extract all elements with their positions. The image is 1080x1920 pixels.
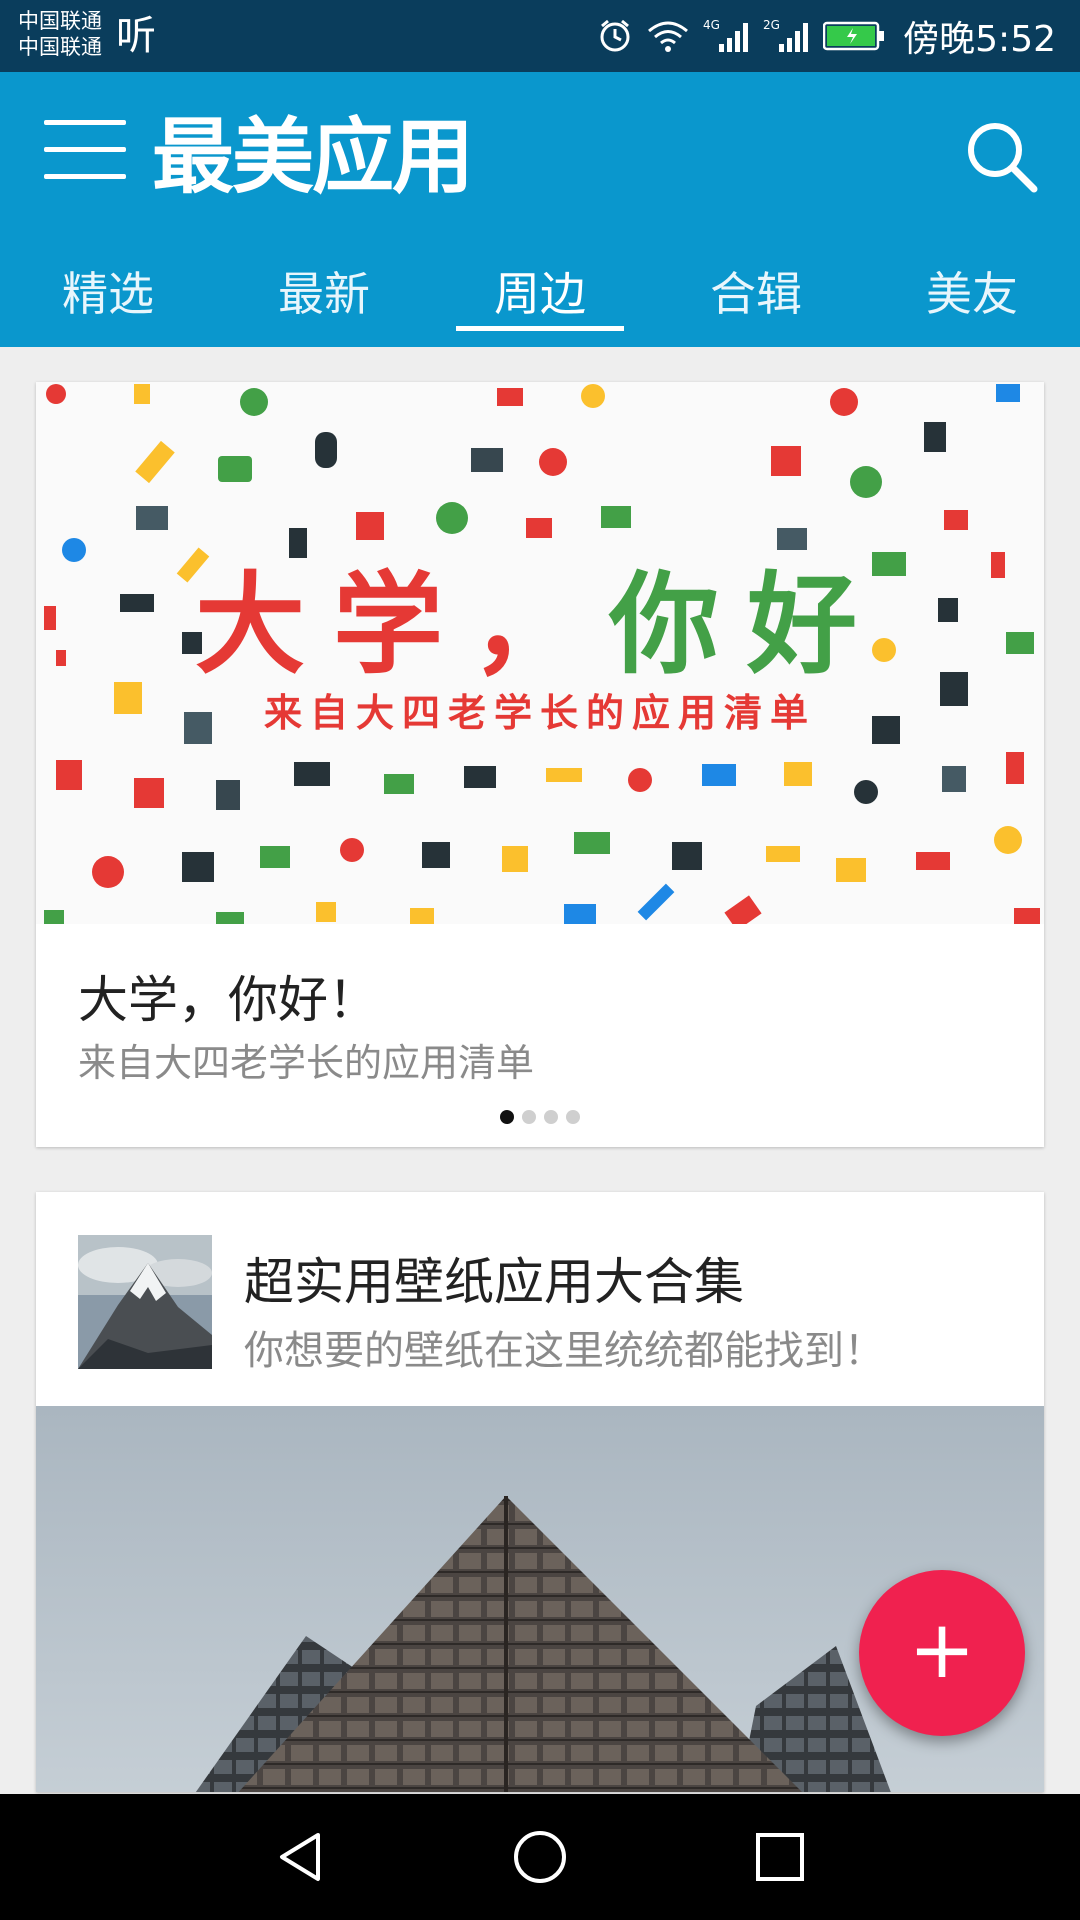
carrier-1: 中国联通 [18,9,102,33]
pager-dot[interactable] [566,1110,580,1124]
collection-title: 超实用壁纸应用大合集 [244,1253,744,1311]
battery-icon [823,21,885,51]
collection-subtitle: 你想要的壁纸在这里统统都能找到！ [244,1328,884,1374]
navigation-bar [0,1794,1080,1920]
tab-collections[interactable]: 合辑 [648,244,864,347]
app-bar: 最美应用 精选 最新 周边 合辑 美友 [0,72,1080,347]
banner-title-part2: 你好 [609,561,885,689]
app-title: 最美应用 [152,110,474,205]
listen-indicator: 听 [116,13,156,59]
network-type-1: 4G [703,18,720,32]
tab-bar: 精选 最新 周边 合辑 美友 [0,244,1080,347]
tab-nearby[interactable]: 周边 [432,244,648,347]
featured-banner[interactable]: 大学，你好 来自大四老学长的应用清单 [36,382,1044,924]
featured-card[interactable]: 大学，你好 来自大四老学长的应用清单 大学，你好！ 来自大四老学长的应用清单 [36,382,1044,1147]
search-button[interactable] [962,117,1040,195]
featured-title: 大学，你好！ [78,971,378,1029]
back-icon[interactable] [270,1827,330,1887]
featured-subtitle: 来自大四老学长的应用清单 [78,1041,535,1085]
banner-subtitle: 来自大四老学长的应用清单 [263,691,816,735]
signal-icon: 4G [703,18,749,54]
tab-latest[interactable]: 最新 [216,244,432,347]
menu-icon [44,120,126,125]
tab-featured[interactable]: 精选 [0,244,216,347]
tab-friends[interactable]: 美友 [864,244,1080,347]
pager-dot[interactable] [544,1110,558,1124]
pager-dot[interactable] [500,1110,514,1124]
carrier-info: 中国联通 中国联通 [18,8,102,60]
alarm-icon [597,18,633,54]
pager-dots [36,1110,1044,1124]
home-icon[interactable] [510,1827,570,1887]
recents-icon[interactable] [750,1827,810,1887]
pager-dot[interactable] [522,1110,536,1124]
status-bar: 中国联通 中国联通 听 4G 2G 傍晚5:52 [0,0,1080,72]
add-button[interactable]: + [859,1570,1025,1736]
menu-button[interactable] [44,120,126,180]
signal-icon: 2G [763,18,809,54]
banner-title-part1: 大学， [195,561,609,689]
collection-thumbnail [78,1235,212,1369]
search-icon [968,123,1038,193]
carrier-2: 中国联通 [18,35,102,59]
status-icons: 4G 2G 傍晚5:52 [597,10,1056,62]
plus-icon: + [908,1603,976,1696]
banner-title: 大学，你好 [36,560,1044,690]
wifi-icon [647,19,689,53]
network-type-2: 2G [763,18,780,32]
clock: 傍晚5:52 [903,19,1056,60]
